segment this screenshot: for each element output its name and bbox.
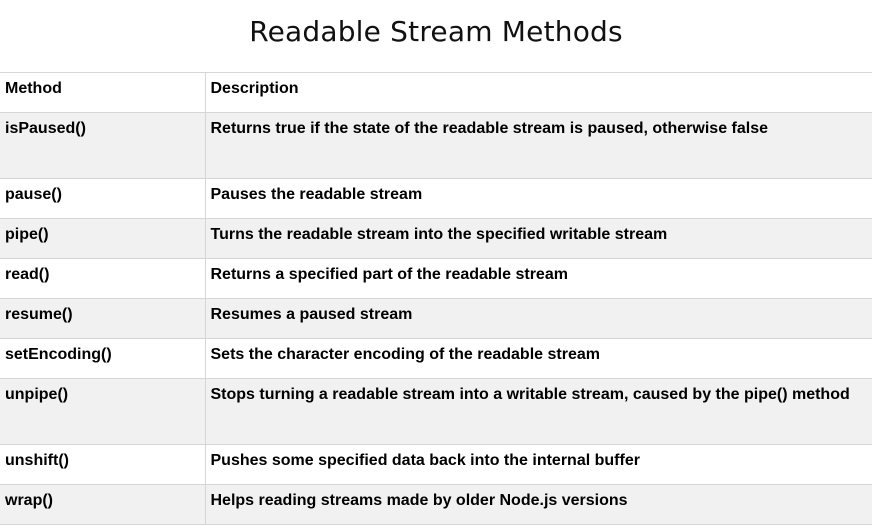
table-header-row: Method Description <box>0 72 872 113</box>
table-row: setEncoding() Sets the character encodin… <box>0 338 872 379</box>
method-cell: setEncoding() <box>0 338 206 379</box>
description-cell: Stops turning a readable stream into a w… <box>205 378 872 445</box>
description-cell: Resumes a paused stream <box>205 298 872 339</box>
method-cell: isPaused() <box>0 112 206 179</box>
method-cell: read() <box>0 258 206 299</box>
methods-table: Method Description isPaused() Returns tr… <box>0 72 872 525</box>
table-row: pipe() Turns the readable stream into th… <box>0 218 872 259</box>
method-cell: unpipe() <box>0 378 206 445</box>
description-cell: Helps reading streams made by older Node… <box>205 484 872 525</box>
column-header-description: Description <box>205 72 872 113</box>
table-row: pause() Pauses the readable stream <box>0 178 872 219</box>
table-row: wrap() Helps reading streams made by old… <box>0 484 872 525</box>
table-row: resume() Resumes a paused stream <box>0 298 872 339</box>
page-title: Readable Stream Methods <box>249 15 623 48</box>
page: Readable Stream Methods Method Descripti… <box>0 0 872 532</box>
table-row: unpipe() Stops turning a readable stream… <box>0 378 872 445</box>
table-row: unshift() Pushes some specified data bac… <box>0 444 872 485</box>
description-cell: Turns the readable stream into the speci… <box>205 218 872 259</box>
description-cell: Pushes some specified data back into the… <box>205 444 872 485</box>
method-cell: wrap() <box>0 484 206 525</box>
table-row: read() Returns a specified part of the r… <box>0 258 872 299</box>
description-cell: Sets the character encoding of the reada… <box>205 338 872 379</box>
method-cell: resume() <box>0 298 206 339</box>
description-cell: Pauses the readable stream <box>205 178 872 219</box>
method-cell: pause() <box>0 178 206 219</box>
column-header-method: Method <box>0 72 206 113</box>
method-cell: unshift() <box>0 444 206 485</box>
table-row: isPaused() Returns true if the state of … <box>0 112 872 179</box>
description-cell: Returns a specified part of the readable… <box>205 258 872 299</box>
method-cell: pipe() <box>0 218 206 259</box>
description-cell: Returns true if the state of the readabl… <box>205 112 872 179</box>
